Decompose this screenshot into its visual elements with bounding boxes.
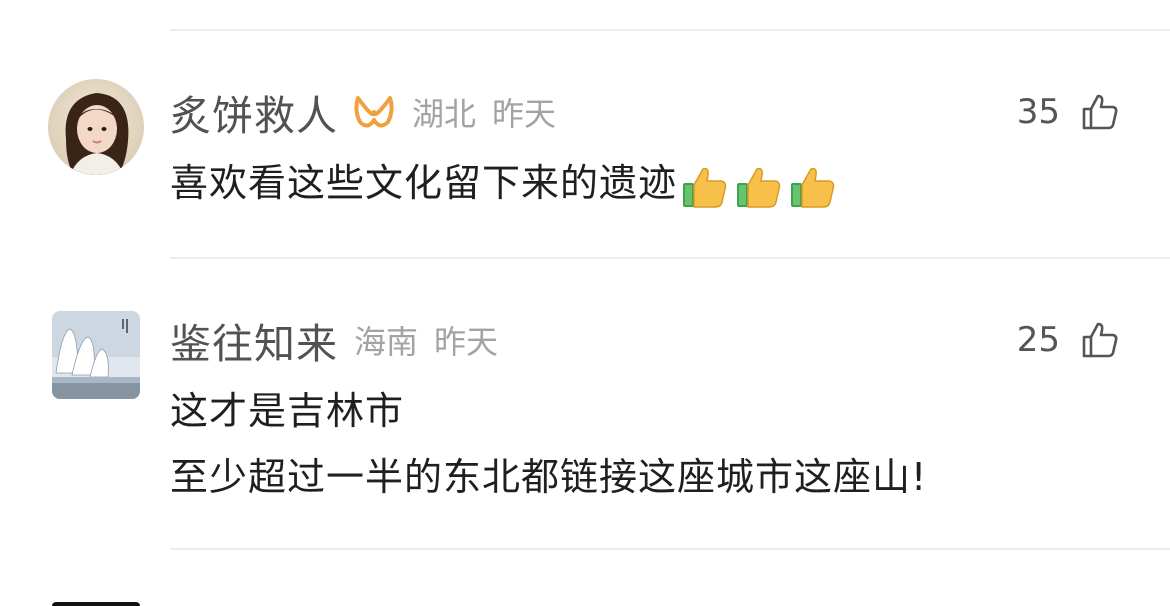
comment-list: 炙饼救人 湖北 昨天 35 喜欢看这些文化留下来的遗迹 鉴往知来 海南 昨天 2… [0, 0, 1170, 606]
username[interactable]: 鉴往知来 [170, 310, 338, 370]
comment-line: 至少超过一半的东北都链接这座城市这座山! [170, 455, 928, 499]
avatar[interactable] [48, 79, 144, 175]
timestamp: 昨天 [434, 323, 499, 361]
region-label: 海南 [354, 323, 419, 361]
emoji-group [681, 161, 843, 211]
thumbs-up-icon [1082, 322, 1118, 358]
vip-badge-icon [352, 90, 396, 134]
thumbs-up-icon [1082, 94, 1118, 130]
comment-line: 这才是吉林市 [170, 389, 405, 433]
divider [170, 548, 1170, 550]
avatar[interactable] [52, 311, 140, 399]
region-label: 湖北 [412, 95, 477, 133]
comment-text: 这才是吉林市 至少超过一半的东北都链接这座城市这座山! [170, 378, 927, 510]
divider [170, 29, 1170, 31]
comment-line: 喜欢看这些文化留下来的遗迹 [170, 161, 678, 205]
thumbs-up-emoji [683, 167, 727, 208]
comment-text: 喜欢看这些文化留下来的遗迹 [170, 150, 843, 216]
timestamp: 昨天 [492, 95, 557, 133]
like-count: 25 [1016, 320, 1060, 360]
like-count: 35 [1016, 92, 1060, 132]
avatar[interactable] [52, 602, 140, 606]
like-button[interactable]: 25 [1017, 318, 1120, 362]
comment-meta: 鉴往知来 海南 昨天 [170, 312, 498, 368]
comment-meta: 炙饼救人 湖北 昨天 [170, 84, 556, 140]
divider [170, 257, 1170, 259]
like-button[interactable]: 35 [1017, 90, 1120, 134]
thumbs-up-emoji [791, 167, 835, 208]
username[interactable]: 炙饼救人 [170, 82, 338, 142]
thumbs-up-emoji [737, 167, 781, 208]
